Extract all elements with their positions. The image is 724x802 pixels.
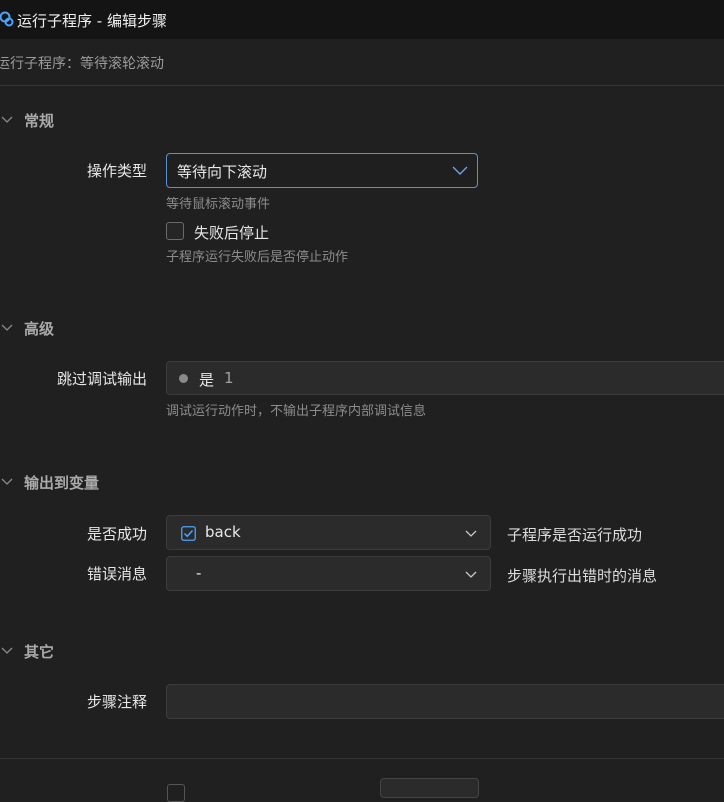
dialog-subtitle: 运行子程序：等待滚轮滚动 [0, 56, 164, 72]
checkbox-checked-icon [181, 526, 196, 541]
section-output-title: 输出到变量 [24, 474, 100, 492]
dialog-subtitle-bar: 运行子程序：等待滚轮滚动 [0, 39, 724, 86]
section-general-title: 常规 [24, 112, 55, 130]
stop-on-fail-hint: 子程序运行失败后是否停止动作 [166, 250, 349, 265]
operation-type-label: 操作类型 [87, 162, 148, 180]
chevron-down-icon [1, 116, 13, 123]
footer-divider [0, 758, 724, 759]
chevron-down-icon [452, 166, 468, 175]
success-variable-value: back [205, 523, 241, 541]
app-logo-icon [0, 11, 14, 27]
success-variable-select[interactable]: back [166, 515, 491, 550]
comment-label: 步骤注释 [87, 693, 148, 711]
skip-debug-select[interactable]: 是 1 [166, 361, 724, 395]
error-variable-value: - [196, 564, 202, 582]
chevron-down-icon [465, 571, 477, 578]
success-description: 子程序是否运行成功 [507, 526, 643, 544]
section-other-title: 其它 [24, 643, 55, 661]
operation-type-hint: 等待鼠标滚动事件 [166, 197, 271, 212]
error-variable-select[interactable]: - [166, 556, 491, 591]
section-advanced-title: 高级 [24, 320, 55, 338]
footer-button[interactable] [380, 778, 479, 798]
skip-debug-number: 1 [224, 369, 234, 387]
success-label: 是否成功 [87, 525, 148, 543]
window-title: 运行子程序 - 编辑步骤 [17, 12, 167, 30]
chevron-down-icon [1, 647, 13, 654]
error-description: 步骤执行出错时的消息 [507, 567, 658, 585]
chevron-down-icon [1, 324, 13, 331]
stop-on-fail-label: 失败后停止 [194, 224, 270, 242]
skip-debug-hint: 调试运行动作时，不输出子程序内部调试信息 [166, 404, 427, 419]
skip-debug-label: 跳过调试输出 [57, 370, 148, 388]
stop-on-fail-checkbox[interactable] [166, 222, 184, 240]
skip-debug-value: 是 [199, 371, 215, 389]
error-label: 错误消息 [87, 565, 148, 583]
comment-input[interactable] [166, 684, 724, 719]
operation-type-value: 等待向下滚动 [177, 163, 268, 181]
status-dot-icon [179, 374, 188, 383]
chevron-down-icon [465, 530, 477, 537]
footer-checkbox[interactable] [167, 784, 185, 802]
title-bar: 运行子程序 - 编辑步骤 [0, 0, 724, 39]
operation-type-select[interactable]: 等待向下滚动 [166, 153, 478, 188]
chevron-down-icon [1, 478, 13, 485]
